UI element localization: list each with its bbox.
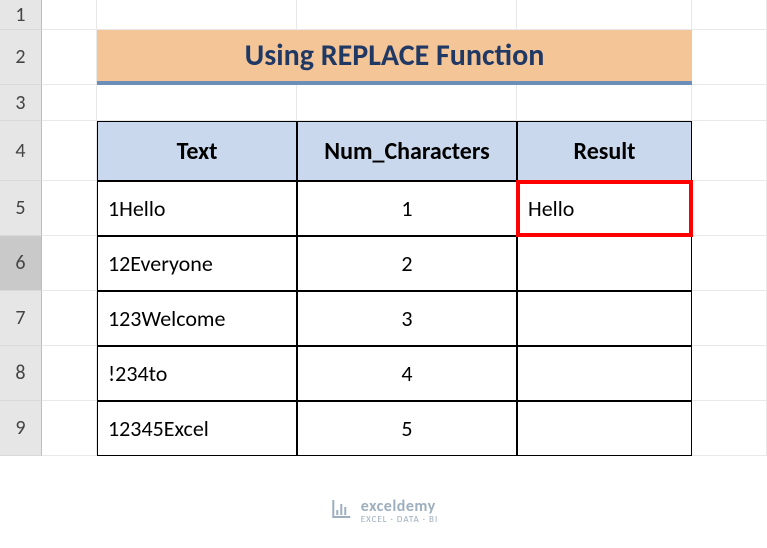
cell-num-5[interactable]: 5 (297, 401, 517, 456)
cell-result-5[interactable] (517, 401, 692, 456)
cell-d1[interactable] (297, 0, 517, 30)
cell-b4[interactable] (42, 121, 97, 181)
row-header-3[interactable]: 3 (0, 85, 42, 121)
cell-f8[interactable] (692, 346, 767, 401)
cell-text-5[interactable]: 12345Excel (97, 401, 297, 456)
watermark-main: exceldemy (361, 499, 438, 515)
cell-b8[interactable] (42, 346, 97, 401)
cell-b5[interactable] (42, 181, 97, 236)
row-header-1[interactable]: 1 (0, 0, 42, 30)
watermark: exceldemy EXCEL · DATA · BI (329, 497, 438, 526)
cell-f9[interactable] (692, 401, 767, 456)
row-header-6[interactable]: 6 (0, 236, 42, 291)
cell-f7[interactable] (692, 291, 767, 346)
cell-b7[interactable] (42, 291, 97, 346)
cell-f4[interactable] (692, 121, 767, 181)
cell-d3[interactable] (297, 85, 517, 121)
cell-text-2[interactable]: 12Everyone (97, 236, 297, 291)
title-banner[interactable]: Using REPLACE Function (97, 30, 692, 85)
cell-b6[interactable] (42, 236, 97, 291)
cell-f5[interactable] (692, 181, 767, 236)
row-header-5[interactable]: 5 (0, 181, 42, 236)
cell-f6[interactable] (692, 236, 767, 291)
cell-f2[interactable] (692, 30, 767, 85)
cell-result-3[interactable] (517, 291, 692, 346)
cell-num-3[interactable]: 3 (297, 291, 517, 346)
chart-icon (329, 497, 353, 526)
row-header-8[interactable]: 8 (0, 346, 42, 401)
cell-result-2[interactable] (517, 236, 692, 291)
cell-f3[interactable] (692, 85, 767, 121)
col-header-num[interactable]: Num_Characters (297, 121, 517, 181)
cell-c3[interactable] (97, 85, 297, 121)
col-header-result[interactable]: Result (517, 121, 692, 181)
row-header-9[interactable]: 9 (0, 401, 42, 456)
row-header-7[interactable]: 7 (0, 291, 42, 346)
watermark-text: exceldemy EXCEL · DATA · BI (361, 499, 438, 524)
row-header-2[interactable]: 2 (0, 30, 42, 85)
cell-num-2[interactable]: 2 (297, 236, 517, 291)
cell-text-3[interactable]: 123Welcome (97, 291, 297, 346)
cell-e3[interactable] (517, 85, 692, 121)
cell-num-4[interactable]: 4 (297, 346, 517, 401)
cell-b2[interactable] (42, 30, 97, 85)
spreadsheet-grid: 1 2 Using REPLACE Function 3 4 Text Num_… (0, 0, 767, 456)
cell-text-4[interactable]: !234to (97, 346, 297, 401)
cell-b9[interactable] (42, 401, 97, 456)
cell-b1[interactable] (42, 0, 97, 30)
row-header-4[interactable]: 4 (0, 121, 42, 181)
col-header-text[interactable]: Text (97, 121, 297, 181)
cell-text-1[interactable]: 1Hello (97, 181, 297, 236)
cell-f1[interactable] (692, 0, 767, 30)
cell-c1[interactable] (97, 0, 297, 30)
cell-b3[interactable] (42, 85, 97, 121)
cell-result-1[interactable]: Hello (517, 181, 692, 236)
cell-e1[interactable] (517, 0, 692, 30)
cell-result-4[interactable] (517, 346, 692, 401)
watermark-sub: EXCEL · DATA · BI (361, 515, 438, 524)
cell-num-1[interactable]: 1 (297, 181, 517, 236)
